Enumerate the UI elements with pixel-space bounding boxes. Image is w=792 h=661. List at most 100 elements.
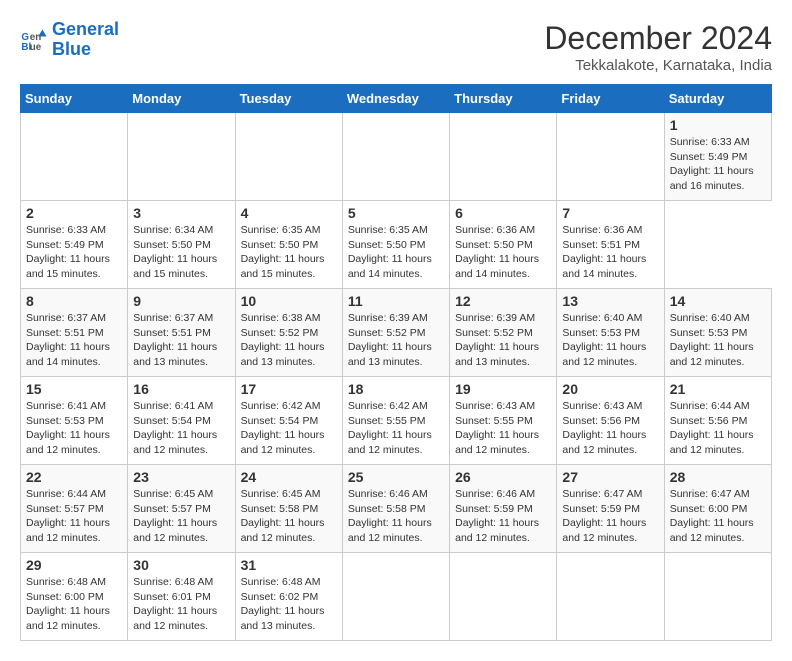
empty-cell [450, 553, 557, 641]
day-info: Sunrise: 6:47 AM Sunset: 5:59 PM Dayligh… [562, 487, 658, 546]
day-info: Sunrise: 6:41 AM Sunset: 5:53 PM Dayligh… [26, 399, 122, 458]
weekday-header-wednesday: Wednesday [342, 85, 449, 113]
logo-general: General [52, 19, 119, 39]
empty-cell [557, 113, 664, 201]
calendar-header: SundayMondayTuesdayWednesdayThursdayFrid… [21, 85, 772, 113]
calendar-day-12: 12 Sunrise: 6:39 AM Sunset: 5:52 PM Dayl… [450, 289, 557, 377]
svg-text:ue: ue [30, 42, 42, 53]
day-number: 13 [562, 293, 658, 309]
calendar-day-3: 3 Sunrise: 6:34 AM Sunset: 5:50 PM Dayli… [128, 201, 235, 289]
day-info: Sunrise: 6:45 AM Sunset: 5:58 PM Dayligh… [241, 487, 337, 546]
day-number: 5 [348, 205, 444, 221]
calendar-day-5: 5 Sunrise: 6:35 AM Sunset: 5:50 PM Dayli… [342, 201, 449, 289]
day-number: 18 [348, 381, 444, 397]
day-number: 14 [670, 293, 766, 309]
day-number: 10 [241, 293, 337, 309]
weekday-header-friday: Friday [557, 85, 664, 113]
calendar-day-7: 7 Sunrise: 6:36 AM Sunset: 5:51 PM Dayli… [557, 201, 664, 289]
calendar-day-1: 1 Sunrise: 6:33 AM Sunset: 5:49 PM Dayli… [664, 113, 771, 201]
day-number: 9 [133, 293, 229, 309]
month-title: December 2024 [544, 20, 772, 57]
empty-cell [342, 553, 449, 641]
day-number: 28 [670, 469, 766, 485]
day-number: 11 [348, 293, 444, 309]
logo-icon: G en Bl ue [20, 26, 48, 54]
calendar-day-13: 13 Sunrise: 6:40 AM Sunset: 5:53 PM Dayl… [557, 289, 664, 377]
day-info: Sunrise: 6:41 AM Sunset: 5:54 PM Dayligh… [133, 399, 229, 458]
location: Tekkalakote, Karnataka, India [544, 57, 772, 74]
calendar-day-2: 2 Sunrise: 6:33 AM Sunset: 5:49 PM Dayli… [21, 201, 128, 289]
calendar-week-1: 2 Sunrise: 6:33 AM Sunset: 5:49 PM Dayli… [21, 201, 772, 289]
empty-cell [21, 113, 128, 201]
day-info: Sunrise: 6:43 AM Sunset: 5:55 PM Dayligh… [455, 399, 551, 458]
calendar-week-5: 29 Sunrise: 6:48 AM Sunset: 6:00 PM Dayl… [21, 553, 772, 641]
empty-cell [664, 553, 771, 641]
day-info: Sunrise: 6:38 AM Sunset: 5:52 PM Dayligh… [241, 311, 337, 370]
day-number: 30 [133, 557, 229, 573]
day-info: Sunrise: 6:36 AM Sunset: 5:50 PM Dayligh… [455, 223, 551, 282]
calendar-day-31: 31 Sunrise: 6:48 AM Sunset: 6:02 PM Dayl… [235, 553, 342, 641]
day-number: 1 [670, 117, 766, 133]
day-info: Sunrise: 6:40 AM Sunset: 5:53 PM Dayligh… [670, 311, 766, 370]
day-info: Sunrise: 6:33 AM Sunset: 5:49 PM Dayligh… [26, 223, 122, 282]
day-number: 19 [455, 381, 551, 397]
day-number: 20 [562, 381, 658, 397]
calendar-day-8: 8 Sunrise: 6:37 AM Sunset: 5:51 PM Dayli… [21, 289, 128, 377]
calendar-day-14: 14 Sunrise: 6:40 AM Sunset: 5:53 PM Dayl… [664, 289, 771, 377]
day-number: 25 [348, 469, 444, 485]
day-info: Sunrise: 6:46 AM Sunset: 5:59 PM Dayligh… [455, 487, 551, 546]
day-number: 21 [670, 381, 766, 397]
day-info: Sunrise: 6:35 AM Sunset: 5:50 PM Dayligh… [348, 223, 444, 282]
calendar-week-3: 15 Sunrise: 6:41 AM Sunset: 5:53 PM Dayl… [21, 377, 772, 465]
title-area: December 2024 Tekkalakote, Karnataka, In… [544, 20, 772, 74]
header: G en Bl ue General Blue December 2024 Te… [20, 20, 772, 74]
day-number: 8 [26, 293, 122, 309]
calendar-day-11: 11 Sunrise: 6:39 AM Sunset: 5:52 PM Dayl… [342, 289, 449, 377]
calendar-day-26: 26 Sunrise: 6:46 AM Sunset: 5:59 PM Dayl… [450, 465, 557, 553]
day-info: Sunrise: 6:42 AM Sunset: 5:55 PM Dayligh… [348, 399, 444, 458]
day-info: Sunrise: 6:35 AM Sunset: 5:50 PM Dayligh… [241, 223, 337, 282]
weekday-header-saturday: Saturday [664, 85, 771, 113]
calendar-day-24: 24 Sunrise: 6:45 AM Sunset: 5:58 PM Dayl… [235, 465, 342, 553]
weekday-header-thursday: Thursday [450, 85, 557, 113]
day-number: 31 [241, 557, 337, 573]
calendar-week-4: 22 Sunrise: 6:44 AM Sunset: 5:57 PM Dayl… [21, 465, 772, 553]
calendar-table: SundayMondayTuesdayWednesdayThursdayFrid… [20, 84, 772, 641]
calendar-day-18: 18 Sunrise: 6:42 AM Sunset: 5:55 PM Dayl… [342, 377, 449, 465]
day-number: 16 [133, 381, 229, 397]
empty-cell [450, 113, 557, 201]
day-number: 24 [241, 469, 337, 485]
day-info: Sunrise: 6:34 AM Sunset: 5:50 PM Dayligh… [133, 223, 229, 282]
day-info: Sunrise: 6:46 AM Sunset: 5:58 PM Dayligh… [348, 487, 444, 546]
empty-cell [557, 553, 664, 641]
calendar-day-29: 29 Sunrise: 6:48 AM Sunset: 6:00 PM Dayl… [21, 553, 128, 641]
calendar-day-25: 25 Sunrise: 6:46 AM Sunset: 5:58 PM Dayl… [342, 465, 449, 553]
day-info: Sunrise: 6:39 AM Sunset: 5:52 PM Dayligh… [455, 311, 551, 370]
weekday-header-sunday: Sunday [21, 85, 128, 113]
calendar-day-27: 27 Sunrise: 6:47 AM Sunset: 5:59 PM Dayl… [557, 465, 664, 553]
calendar-day-17: 17 Sunrise: 6:42 AM Sunset: 5:54 PM Dayl… [235, 377, 342, 465]
calendar-day-15: 15 Sunrise: 6:41 AM Sunset: 5:53 PM Dayl… [21, 377, 128, 465]
day-number: 6 [455, 205, 551, 221]
day-info: Sunrise: 6:44 AM Sunset: 5:56 PM Dayligh… [670, 399, 766, 458]
day-info: Sunrise: 6:48 AM Sunset: 6:02 PM Dayligh… [241, 575, 337, 634]
day-number: 22 [26, 469, 122, 485]
day-number: 23 [133, 469, 229, 485]
logo: G en Bl ue General Blue [20, 20, 119, 60]
day-number: 17 [241, 381, 337, 397]
calendar-week-0: 1 Sunrise: 6:33 AM Sunset: 5:49 PM Dayli… [21, 113, 772, 201]
day-info: Sunrise: 6:37 AM Sunset: 5:51 PM Dayligh… [133, 311, 229, 370]
day-info: Sunrise: 6:37 AM Sunset: 5:51 PM Dayligh… [26, 311, 122, 370]
empty-cell [235, 113, 342, 201]
day-info: Sunrise: 6:48 AM Sunset: 6:00 PM Dayligh… [26, 575, 122, 634]
calendar-week-2: 8 Sunrise: 6:37 AM Sunset: 5:51 PM Dayli… [21, 289, 772, 377]
calendar-day-22: 22 Sunrise: 6:44 AM Sunset: 5:57 PM Dayl… [21, 465, 128, 553]
calendar-day-4: 4 Sunrise: 6:35 AM Sunset: 5:50 PM Dayli… [235, 201, 342, 289]
calendar-day-9: 9 Sunrise: 6:37 AM Sunset: 5:51 PM Dayli… [128, 289, 235, 377]
day-number: 27 [562, 469, 658, 485]
day-number: 12 [455, 293, 551, 309]
logo-text: General Blue [52, 20, 119, 60]
day-number: 15 [26, 381, 122, 397]
empty-cell [128, 113, 235, 201]
calendar-day-28: 28 Sunrise: 6:47 AM Sunset: 6:00 PM Dayl… [664, 465, 771, 553]
